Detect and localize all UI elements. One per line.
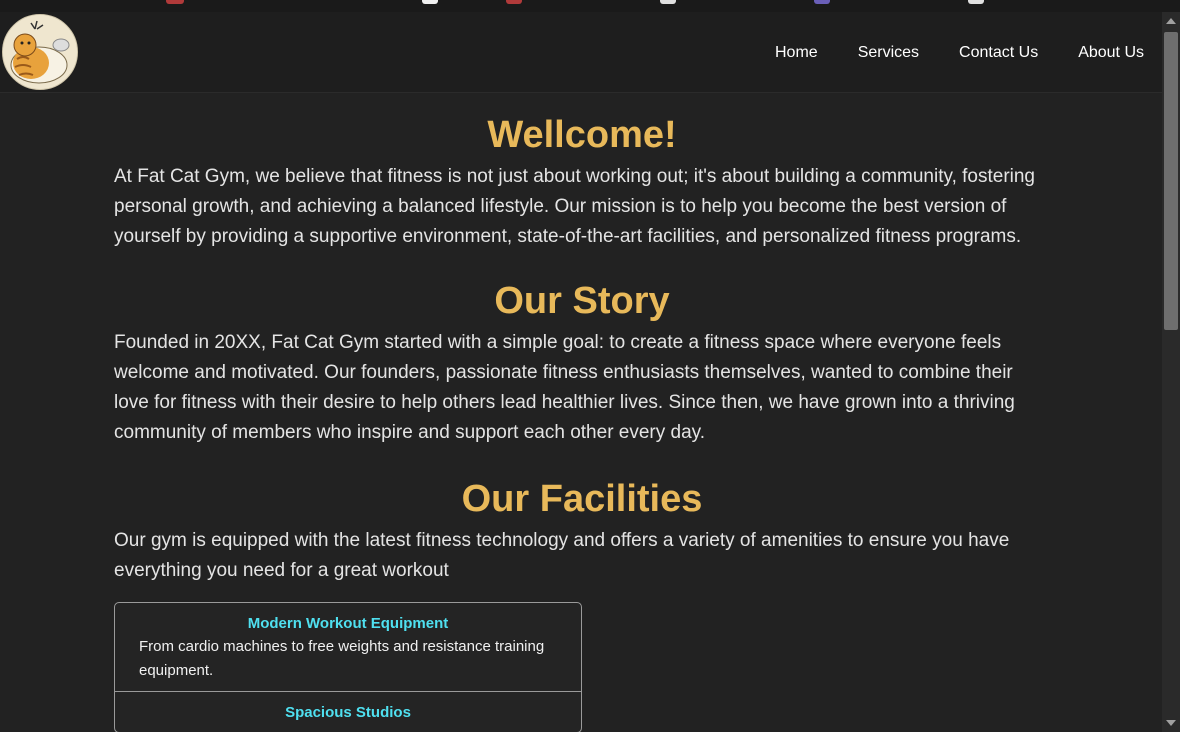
facility-list: Modern Workout Equipment From cardio mac…: [114, 602, 582, 732]
facilities-text: Our gym is equipped with the latest fitn…: [114, 530, 1010, 581]
facility-item: Modern Workout Equipment From cardio mac…: [115, 603, 581, 692]
scroll-thumb[interactable]: [1164, 32, 1178, 330]
facility-description: From cardio machines to free weights and…: [139, 638, 545, 679]
facilities-title: Our Facilities: [461, 478, 703, 520]
nav-home-link[interactable]: Home: [775, 44, 818, 62]
vertical-scrollbar[interactable]: [1162, 12, 1180, 732]
tab-indicator: [422, 0, 438, 4]
tab-indicator: [660, 0, 676, 4]
scroll-down-arrow-icon[interactable]: [1166, 720, 1176, 726]
tab-indicator: [968, 0, 984, 4]
facility-item: Spacious Studios: [115, 692, 581, 732]
facility-title: Modern Workout Equipment: [247, 615, 449, 632]
fat-cat-logo-icon[interactable]: [2, 14, 78, 90]
browser-top-strip: [0, 0, 1180, 12]
welcome-text: At Fat Cat Gym, we believe that fitness …: [114, 166, 1035, 247]
page: Home Services Contact Us About Us Wellco…: [0, 12, 1162, 732]
tab-indicator: [814, 0, 830, 4]
nav-about-us-link[interactable]: About Us: [1078, 44, 1144, 62]
navbar: Home Services Contact Us About Us: [0, 12, 1162, 93]
welcome-title: Wellcome!: [487, 114, 677, 156]
nav-services-link[interactable]: Services: [858, 44, 919, 62]
story-text: Founded in 20XX, Fat Cat Gym started wit…: [114, 332, 1015, 443]
scroll-up-arrow-icon[interactable]: [1166, 18, 1176, 24]
main-content: Wellcome! At Fat Cat Gym, we believe tha…: [114, 104, 1050, 732]
nav-contact-us-link[interactable]: Contact Us: [959, 44, 1038, 62]
tab-indicator: [506, 0, 522, 4]
story-title: Our Story: [494, 280, 670, 322]
main-nav: Home Services Contact Us About Us: [775, 44, 1144, 62]
tab-indicator: [166, 0, 184, 4]
facility-title: Spacious Studios: [285, 704, 411, 721]
